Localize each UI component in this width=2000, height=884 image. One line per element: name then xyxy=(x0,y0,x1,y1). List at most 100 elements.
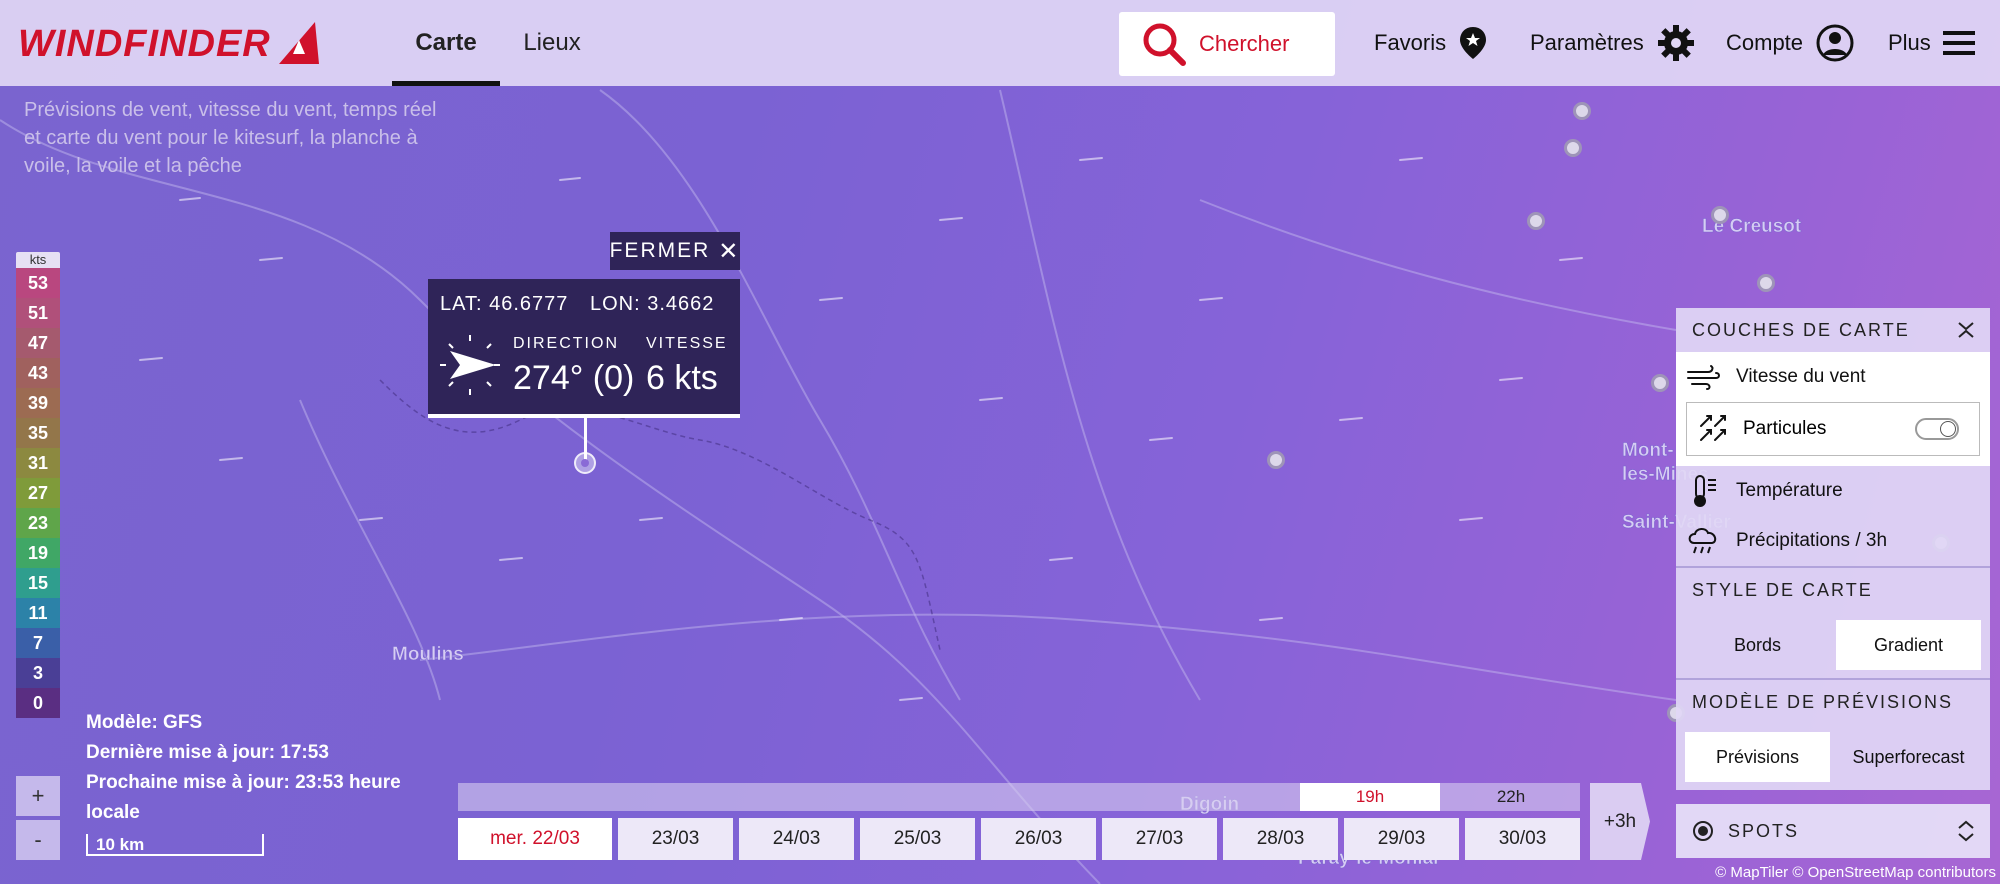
legend-value: 39 xyxy=(16,388,60,418)
spot-marker[interactable] xyxy=(1711,206,1729,224)
style-gradient-button[interactable]: Gradient xyxy=(1836,620,1981,670)
town-label: Mont- xyxy=(1622,440,1674,462)
tab-carte[interactable]: Carte xyxy=(392,0,500,86)
date-tab[interactable]: 24/03 xyxy=(739,818,854,860)
layers-section-header: COUCHES DE CARTE xyxy=(1676,308,1990,352)
model-info: Modèle: GFS Dernière mise à jour: 17:53 … xyxy=(86,708,426,828)
close-popup-button[interactable]: FERMER ✕ xyxy=(610,232,740,270)
user-account-icon xyxy=(1816,24,1854,62)
spots-label: SPOTS xyxy=(1728,820,1800,841)
spots-toggle[interactable]: SPOTS xyxy=(1676,804,1990,858)
particles-toggle[interactable] xyxy=(1915,418,1959,440)
hour-19h[interactable]: 19h xyxy=(1300,783,1440,811)
legend-value: 53 xyxy=(16,268,60,298)
selected-location-marker[interactable] xyxy=(574,452,596,474)
style-bords-button[interactable]: Bords xyxy=(1685,620,1830,670)
legend-value: 23 xyxy=(16,508,60,538)
date-tab[interactable]: 29/03 xyxy=(1344,818,1459,860)
tab-carte-label: Carte xyxy=(415,29,477,56)
thermometer-icon xyxy=(1694,475,1716,507)
zoom-in-button[interactable]: + xyxy=(16,776,60,816)
zoom-out-label: - xyxy=(34,827,42,852)
map-layers-panel: COUCHES DE CARTE Vitesse du vent Particu… xyxy=(1676,308,1990,790)
style-option-label: Gradient xyxy=(1873,634,1944,655)
plus-menu-button[interactable]: Plus xyxy=(1888,0,1975,86)
layer-temperature[interactable]: Température xyxy=(1676,466,1990,516)
plus-3h-button[interactable]: +3h xyxy=(1590,783,1650,860)
legend-value: 7 xyxy=(16,628,60,658)
date-tab[interactable]: 27/03 xyxy=(1102,818,1217,860)
logo-sail-icon xyxy=(278,22,319,64)
spot-marker[interactable] xyxy=(1651,374,1669,392)
forecast-model-selector: Prévisions Superforecast xyxy=(1676,724,1990,790)
date-tab[interactable]: 28/03 xyxy=(1223,818,1338,860)
map-scale-bar: 10 km xyxy=(86,834,264,856)
site-tagline: Prévisions de vent, vitesse du vent, tem… xyxy=(24,99,437,177)
tab-lieux[interactable]: Lieux xyxy=(510,0,594,86)
legend-value: 3 xyxy=(16,658,60,688)
town-label: Moulins xyxy=(392,644,464,666)
radio-dot-icon xyxy=(1693,821,1713,841)
wind-info-popup: LAT: 46.6777 LON: 3.4662 DIRECTION 274° … xyxy=(428,279,740,418)
particles-icon xyxy=(1700,415,1726,441)
speed-label: VITESSE xyxy=(646,335,728,352)
collapse-icon[interactable] xyxy=(1956,320,1976,340)
layer-precipitation[interactable]: Précipitations / 3h xyxy=(1676,516,1990,566)
date-tab[interactable]: 23/03 xyxy=(618,818,733,860)
close-icon: ✕ xyxy=(718,237,741,265)
spot-marker[interactable] xyxy=(1267,451,1285,469)
map-attribution: © MapTiler © OpenStreetMap contributors xyxy=(1715,864,1996,881)
model-superforecast-button[interactable]: Superforecast xyxy=(1836,732,1981,782)
date-tab[interactable]: mer. 22/03 xyxy=(458,818,612,860)
longitude-value: LON: 3.4662 xyxy=(590,293,715,315)
style-section-header: STYLE DE CARTE xyxy=(1676,568,1990,612)
model-section-header: MODÈLE DE PRÉVISIONS xyxy=(1676,680,1990,724)
spot-marker[interactable] xyxy=(1757,274,1775,292)
spot-marker[interactable] xyxy=(1564,139,1582,157)
legend-value: 27 xyxy=(16,478,60,508)
legend-value: 43 xyxy=(16,358,60,388)
next-update: Prochaine mise à jour: 23:53 heure local… xyxy=(86,772,401,823)
date-tab[interactable]: 30/03 xyxy=(1465,818,1580,860)
hour-22h[interactable]: 22h xyxy=(1442,783,1580,811)
date-tab[interactable]: 25/03 xyxy=(860,818,975,860)
latitude-value: LAT: 46.6777 xyxy=(440,293,569,315)
search-icon xyxy=(1143,23,1186,66)
legend-value: 47 xyxy=(16,328,60,358)
model-previsions-button[interactable]: Prévisions xyxy=(1685,732,1830,782)
legend-value: 15 xyxy=(16,568,60,598)
compte-label: Compte xyxy=(1726,30,1804,55)
logo-text: WINDFINDER xyxy=(18,22,271,65)
layers-title: COUCHES DE CARTE xyxy=(1692,319,1910,340)
spot-marker[interactable] xyxy=(1573,102,1591,120)
zoom-in-label: + xyxy=(31,783,45,808)
windfinder-logo[interactable]: WINDFINDER xyxy=(18,20,323,68)
favoris-button[interactable]: Favoris xyxy=(1374,0,1488,86)
spot-marker[interactable] xyxy=(1527,212,1545,230)
wind-direction-arrow-icon xyxy=(440,335,500,395)
hour-label: 22h xyxy=(1496,787,1526,806)
favoris-label: Favoris xyxy=(1374,30,1447,55)
parametres-button[interactable]: Paramètres xyxy=(1530,0,1696,86)
direction-label: DIRECTION xyxy=(513,335,619,352)
legend-unit: kts xyxy=(16,252,60,268)
legend-value: 31 xyxy=(16,448,60,478)
close-label: FERMER xyxy=(609,239,711,262)
compte-button[interactable]: Compte xyxy=(1726,0,1855,86)
parametres-label: Paramètres xyxy=(1530,30,1644,55)
search-button[interactable]: Chercher xyxy=(1119,12,1335,76)
layer-label: Vitesse du vent xyxy=(1736,366,1866,387)
layer-label: Particules xyxy=(1743,418,1827,439)
hour-label: 19h xyxy=(1355,787,1385,806)
search-label: Chercher xyxy=(1199,31,1290,56)
date-tab[interactable]: 26/03 xyxy=(981,818,1096,860)
speed-value: 6 kts xyxy=(646,359,718,397)
zoom-out-button[interactable]: - xyxy=(16,820,60,860)
legend-value: 51 xyxy=(16,298,60,328)
hour-slider[interactable]: 19h 22h xyxy=(458,783,1580,811)
rain-cloud-icon xyxy=(1688,528,1717,554)
layer-label: Température xyxy=(1736,480,1843,501)
layer-particles[interactable]: Particules xyxy=(1686,402,1980,456)
layer-wind-speed[interactable]: Vitesse du vent xyxy=(1676,352,1990,402)
map-style-selector: Bords Gradient xyxy=(1676,612,1990,678)
